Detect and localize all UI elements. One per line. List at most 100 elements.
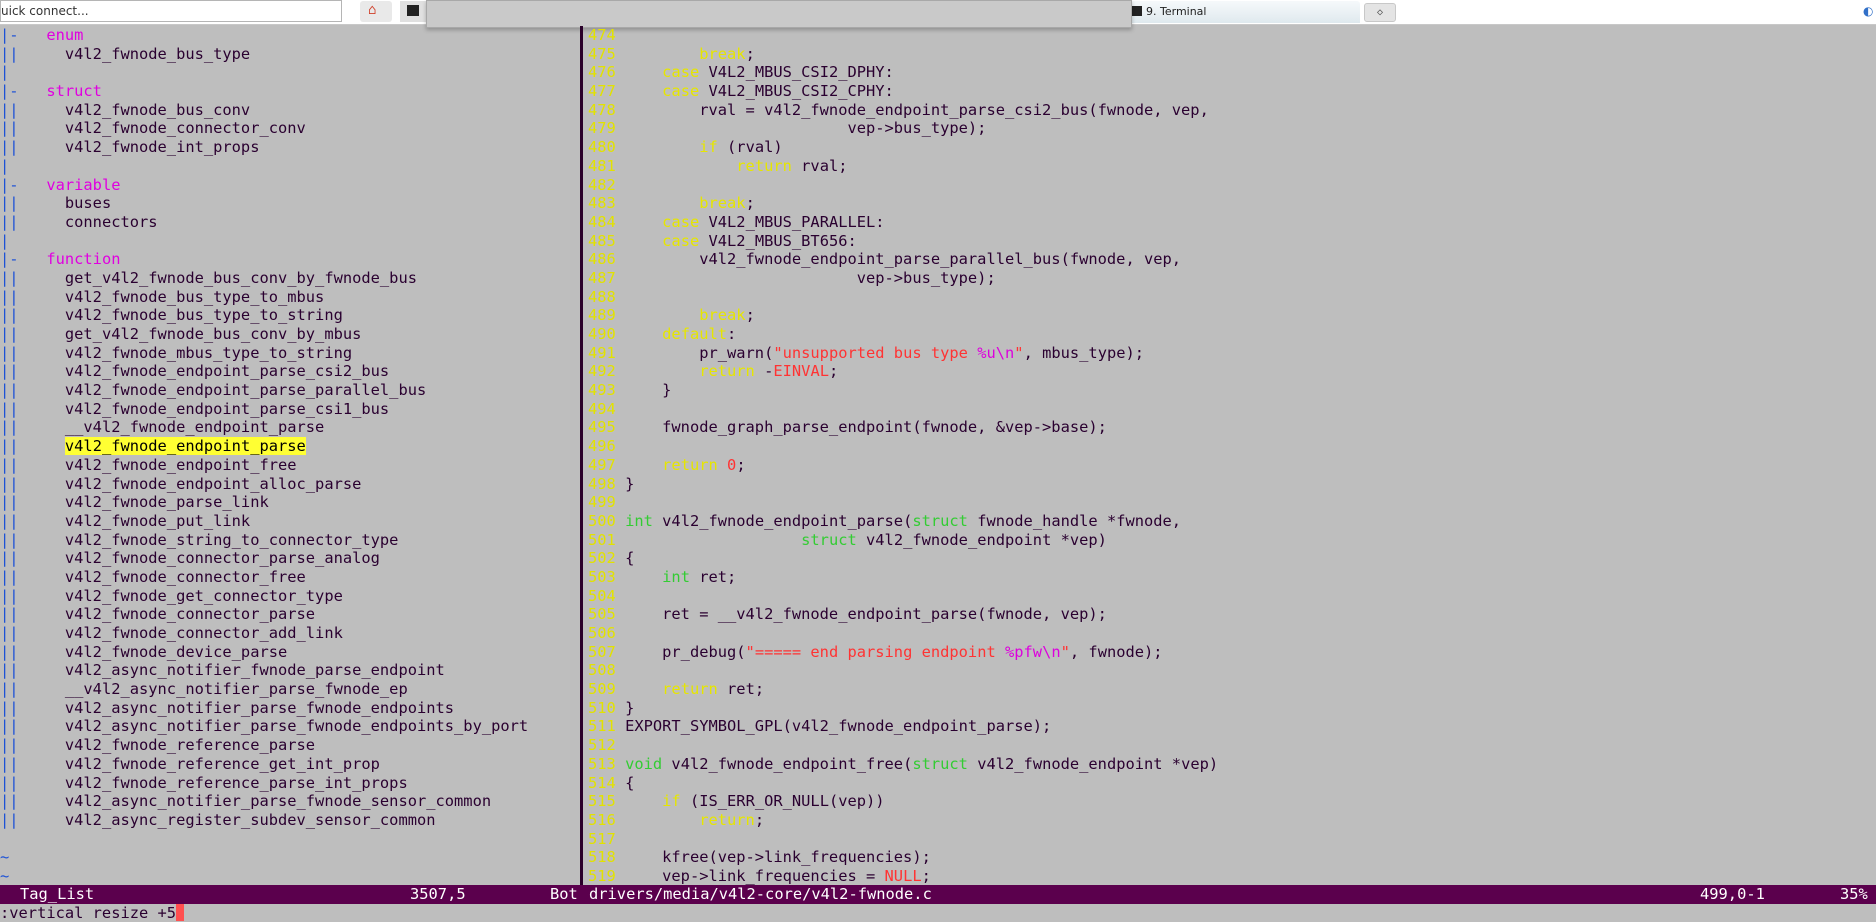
code-line[interactable]: 506 [588, 624, 1876, 643]
tag-list-pane[interactable]: |- enum || v4l2_fwnode_bus_type | |- struc… [0, 26, 578, 886]
code-line[interactable]: 489 break; [588, 306, 1876, 325]
terminal-tab-9[interactable]: 9. Terminal [1130, 1, 1360, 23]
code-line[interactable]: 517 [588, 830, 1876, 849]
window-divider[interactable] [578, 26, 588, 886]
code-line[interactable]: 479 vep->bus_type); [588, 119, 1876, 138]
code-line[interactable]: 496 [588, 437, 1876, 456]
code-line[interactable]: 493 } [588, 381, 1876, 400]
code-line[interactable]: 499 [588, 493, 1876, 512]
new-tab-button[interactable]: ◇ [1364, 3, 1396, 22]
home-tab[interactable]: ⌂ [360, 1, 392, 22]
code-line[interactable]: 476 case V4L2_MBUS_CSI2_DPHY: [588, 63, 1876, 82]
tag-list-item[interactable]: || buses [0, 194, 578, 213]
code-line[interactable]: 497 return 0; [588, 456, 1876, 475]
code-line[interactable]: 515 if (IS_ERR_OR_NULL(vep)) [588, 792, 1876, 811]
tag-list-item[interactable]: || v4l2_async_notifier_fwnode_parse_endp… [0, 661, 578, 680]
tag-list-item[interactable]: || v4l2_fwnode_string_to_connector_type [0, 531, 578, 550]
tag-list-item[interactable]: || v4l2_fwnode_endpoint_parse_csi2_bus [0, 362, 578, 381]
tag-list-item[interactable]: || get_v4l2_fwnode_bus_conv_by_fwnode_bu… [0, 269, 578, 288]
code-line[interactable]: 511 EXPORT_SYMBOL_GPL(v4l2_fwnode_endpoi… [588, 717, 1876, 736]
tag-list-item[interactable]: || v4l2_fwnode_mbus_type_to_string [0, 344, 578, 363]
code-line[interactable]: 518 kfree(vep->link_frequencies); [588, 848, 1876, 867]
tag-list-item[interactable]: || v4l2_fwnode_endpoint_free [0, 456, 578, 475]
code-line[interactable]: 483 break; [588, 194, 1876, 213]
tag-list-item[interactable]: || v4l2_fwnode_reference_get_int_prop [0, 755, 578, 774]
tag-list-item[interactable]: || v4l2_async_notifier_parse_fwnode_endp… [0, 717, 578, 736]
tag-list-item[interactable]: || v4l2_fwnode_bus_type [0, 45, 578, 64]
code-line[interactable]: 482 [588, 176, 1876, 195]
code-line[interactable]: 519 vep->link_frequencies = NULL; [588, 867, 1876, 886]
code-line[interactable]: 509 return ret; [588, 680, 1876, 699]
code-line[interactable]: 500 int v4l2_fwnode_endpoint_parse(struc… [588, 512, 1876, 531]
code-line[interactable]: 474 [588, 26, 1876, 45]
fold-marker: || [0, 754, 47, 773]
code-line[interactable]: 505 ret = __v4l2_fwnode_endpoint_parse(f… [588, 605, 1876, 624]
code-line[interactable]: 514 { [588, 774, 1876, 793]
tag-list-item[interactable]: || v4l2_fwnode_reference_parse [0, 736, 578, 755]
tag-list-item[interactable]: || v4l2_fwnode_endpoint_parse_csi1_bus [0, 400, 578, 419]
tag-list-item[interactable]: || v4l2_fwnode_connector_add_link [0, 624, 578, 643]
tag-list-item[interactable]: || v4l2_fwnode_bus_type_to_string [0, 306, 578, 325]
code-line[interactable]: 480 if (rval) [588, 138, 1876, 157]
tag-list-item[interactable]: || v4l2_fwnode_bus_conv [0, 101, 578, 120]
code-line[interactable]: 485 case V4L2_MBUS_BT656: [588, 232, 1876, 251]
code-line[interactable]: 494 [588, 400, 1876, 419]
code-line[interactable]: 507 pr_debug("===== end parsing endpoint… [588, 643, 1876, 662]
tag-list-item[interactable]: || v4l2_fwnode_connector_free [0, 568, 578, 587]
code-token: ; [745, 194, 755, 213]
tag-list-item[interactable]: || v4l2_fwnode_connector_parse_analog [0, 549, 578, 568]
tag-list-item[interactable]: || __v4l2_async_notifier_parse_fwnode_ep [0, 680, 578, 699]
settings-icon[interactable]: ◐ [1863, 4, 1876, 18]
tag-list-item[interactable]: || v4l2_fwnode_endpoint_parse [0, 437, 578, 456]
code-line[interactable]: 478 rval = v4l2_fwnode_endpoint_parse_cs… [588, 101, 1876, 120]
code-line[interactable]: 512 [588, 736, 1876, 755]
code-line[interactable]: 477 case V4L2_MBUS_CSI2_CPHY: [588, 82, 1876, 101]
code-line[interactable]: 503 int ret; [588, 568, 1876, 587]
fold-marker: || [0, 100, 47, 119]
code-token: pr_debug( [625, 642, 746, 661]
tag-list-item[interactable]: || v4l2_fwnode_int_props [0, 138, 578, 157]
tag-label: __v4l2_async_notifier_parse_fwnode_ep [46, 680, 408, 699]
terminal-tab-active[interactable] [400, 1, 426, 22]
code-line[interactable]: 498 } [588, 475, 1876, 494]
code-line[interactable]: 481 return rval; [588, 157, 1876, 176]
code-line[interactable]: 488 [588, 288, 1876, 307]
tag-list-item[interactable]: || v4l2_fwnode_bus_type_to_mbus [0, 288, 578, 307]
code-line[interactable]: 516 return; [588, 811, 1876, 830]
tag-list-item[interactable]: || v4l2_fwnode_connector_parse [0, 605, 578, 624]
code-line[interactable]: 508 [588, 661, 1876, 680]
code-line[interactable]: 492 return -EINVAL; [588, 362, 1876, 381]
tag-list-item[interactable]: || v4l2_fwnode_put_link [0, 512, 578, 531]
tag-list-item[interactable]: || v4l2_fwnode_device_parse [0, 643, 578, 662]
tag-list-item[interactable]: || get_v4l2_fwnode_bus_conv_by_mbus [0, 325, 578, 344]
code-token: "unsupported bus type [773, 343, 978, 362]
code-line[interactable]: 513 void v4l2_fwnode_endpoint_free(struc… [588, 755, 1876, 774]
code-line[interactable]: 504 [588, 587, 1876, 606]
tag-list-item[interactable]: || connectors [0, 213, 578, 232]
tag-list-item[interactable]: || v4l2_async_notifier_parse_fwnode_sens… [0, 792, 578, 811]
tag-list-item[interactable]: || v4l2_fwnode_get_connector_type [0, 587, 578, 606]
code-line[interactable]: 491 pr_warn("unsupported bus type %u\n",… [588, 344, 1876, 363]
code-line[interactable]: 487 vep->bus_type); [588, 269, 1876, 288]
tag-list-item[interactable]: || v4l2_fwnode_endpoint_alloc_parse [0, 475, 578, 494]
tag-list-item[interactable]: || __v4l2_fwnode_endpoint_parse [0, 418, 578, 437]
code-line[interactable]: 486 v4l2_fwnode_endpoint_parse_parallel_… [588, 250, 1876, 269]
command-line[interactable]: :vertical resize +5 [0, 904, 1876, 922]
code-editor-pane[interactable]: 474 475 break; 476 case V4L2_MBUS_CSI2_DP… [588, 26, 1876, 886]
tag-list-item[interactable]: || v4l2_async_notifier_parse_fwnode_endp… [0, 699, 578, 718]
tag-list-item[interactable]: || v4l2_fwnode_parse_link [0, 493, 578, 512]
tag-list-item[interactable]: || v4l2_fwnode_endpoint_parse_parallel_b… [0, 381, 578, 400]
code-line[interactable]: 484 case V4L2_MBUS_PARALLEL: [588, 213, 1876, 232]
code-token: : [727, 325, 737, 343]
code-line[interactable]: 495 fwnode_graph_parse_endpoint(fwnode, … [588, 418, 1876, 437]
tag-list-item[interactable]: || v4l2_fwnode_reference_parse_int_props [0, 774, 578, 793]
tag-list-item[interactable]: || v4l2_fwnode_connector_conv [0, 119, 578, 138]
code-line[interactable]: 502 { [588, 549, 1876, 568]
quick-connect-input[interactable]: uick connect... [0, 0, 342, 22]
code-line[interactable]: 501 struct v4l2_fwnode_endpoint *vep) [588, 531, 1876, 550]
code-line[interactable]: 490 default: [588, 325, 1876, 344]
code-line[interactable]: 510 } [588, 699, 1876, 718]
tag-list-item[interactable]: || v4l2_async_register_subdev_sensor_com… [0, 811, 578, 830]
code-line[interactable]: 475 break; [588, 45, 1876, 64]
